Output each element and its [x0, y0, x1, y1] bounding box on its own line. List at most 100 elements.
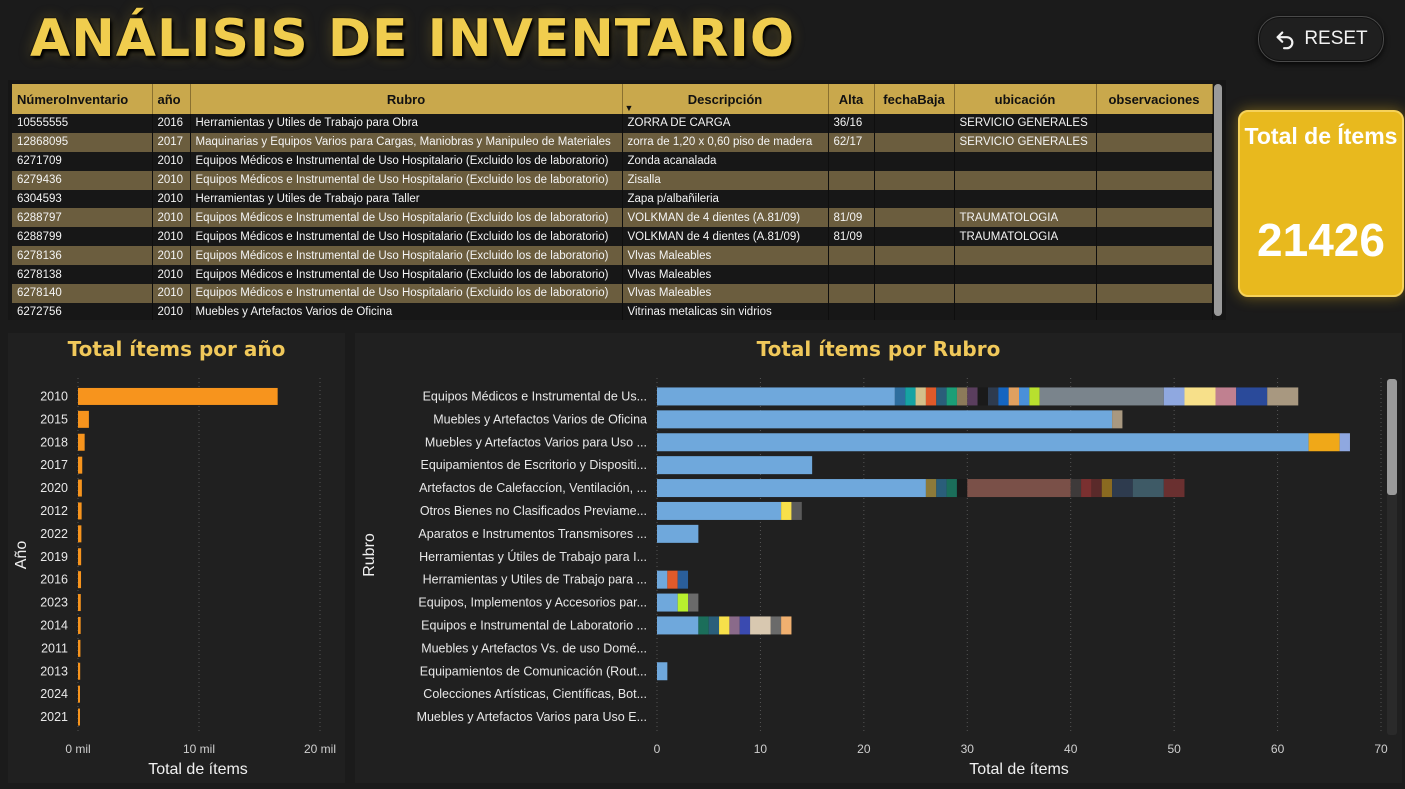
chart-scrollbar-thumb[interactable]	[1387, 379, 1397, 495]
table-cell: 62/17	[828, 132, 875, 152]
table-row[interactable]: 6288797 2010 Equipos Médicos e Instrumenta…	[12, 208, 1213, 228]
table-cell	[874, 170, 955, 190]
bar-segment	[719, 616, 730, 635]
bar-segment	[936, 387, 947, 406]
column-header[interactable]: Descripción ▼	[622, 84, 829, 114]
y-tick-label: Muebles y Artefactos Varios de Oficina	[433, 412, 647, 426]
y-tick-label: 2019	[40, 550, 68, 564]
bar-segment	[791, 501, 802, 520]
page-title: ANÁLISIS DE INVENTARIO	[30, 9, 796, 69]
table-row[interactable]: 6278138 2010 Equipos Médicos e Instrumenta…	[12, 265, 1213, 285]
table-cell	[828, 284, 875, 303]
table-cell	[1096, 132, 1213, 152]
undo-icon	[1276, 31, 1294, 50]
y-tick-label: 2024	[40, 687, 68, 701]
y-tick-label: 2018	[40, 435, 68, 449]
table-cell: 2017	[152, 132, 191, 152]
bar-segment	[915, 387, 926, 406]
column-header[interactable]: Rubro	[190, 84, 623, 114]
bar	[78, 433, 85, 451]
year-bar-chart: 0 mil 10 mil 20 mil 2010 2015 2018 2017 2020 201…	[13, 378, 336, 778]
bar	[78, 502, 82, 520]
bar-segment	[1112, 410, 1123, 429]
bar	[78, 456, 83, 474]
table-cell: 2016	[152, 114, 191, 133]
table-cell: VOLKMAN de 4 dientes (A.81/09)	[622, 227, 829, 247]
x-tick-label: 60	[1271, 742, 1285, 756]
table-cell: 6272756	[12, 302, 153, 320]
table-cell: Vitrinas metalicas sin vidrios	[622, 302, 829, 320]
bar	[78, 525, 82, 543]
bar-segment	[657, 501, 782, 520]
sort-desc-icon[interactable]: ▼	[625, 103, 634, 113]
table-cell: Herramientas y Utiles de Trabajo para Ob…	[190, 114, 623, 133]
table-row[interactable]: 6279436 2010 Equipos Médicos e Instrumenta…	[12, 170, 1213, 190]
table-cell: Equipos Médicos e Instrumental de Uso Ho…	[190, 151, 623, 171]
table-cell	[1096, 151, 1213, 171]
column-header[interactable]: Alta	[828, 84, 875, 114]
year-chart-panel: Total ítems por año 0 mil 10 mil 20 mil 201…	[8, 333, 345, 783]
bar-segment	[956, 479, 968, 498]
table-row[interactable]: 10555555 2016 Herramientas y Utiles de Tra…	[12, 114, 1213, 133]
table-cell	[828, 151, 875, 171]
table-cell	[1096, 265, 1213, 285]
table-cell: 6278138	[12, 265, 153, 285]
y-tick-label: Equipamientos de Comunicación (Rout...	[420, 664, 647, 678]
table-row[interactable]: 6278140 2010 Equipos Médicos e Instrumenta…	[12, 284, 1213, 303]
table-cell: SERVICIO GENERALES	[954, 132, 1097, 152]
bar-segment	[781, 501, 792, 520]
table-row[interactable]: 6278136 2010 Equipos Médicos e Instrumenta…	[12, 246, 1213, 266]
column-header[interactable]: observaciones	[1096, 84, 1213, 114]
table-cell: 6278140	[12, 284, 153, 303]
table-row[interactable]: 12868095 2017 Maquinarias y Equipos Varios…	[12, 132, 1213, 152]
reset-button[interactable]: RESET	[1258, 16, 1384, 62]
table-cell: 12868095	[12, 132, 153, 152]
table-row[interactable]: 6271709 2010 Equipos Médicos e Instrumenta…	[12, 151, 1213, 171]
x-tick-label: 10 mil	[183, 742, 215, 756]
table-cell	[828, 246, 875, 266]
bar-segment	[987, 387, 999, 406]
column-header[interactable]: año	[152, 84, 191, 114]
table-cell	[1096, 114, 1213, 133]
bar-segment	[739, 616, 751, 635]
bar	[78, 685, 80, 703]
x-tick-label: 20 mil	[304, 742, 336, 756]
table-cell	[1096, 302, 1213, 320]
table-cell: Vlvas Maleables	[622, 284, 829, 303]
bar	[78, 594, 81, 612]
table-cell: Equipos Médicos e Instrumental de Uso Ho…	[190, 265, 623, 285]
bar-segment	[1039, 387, 1164, 406]
bar-segment	[657, 410, 1113, 429]
bar-segment	[1267, 387, 1299, 406]
x-tick-label: 10	[754, 742, 768, 756]
y-tick-label: 2021	[40, 710, 68, 724]
column-header[interactable]: ubicación	[954, 84, 1097, 114]
y-axis-title: Rubro	[361, 533, 378, 577]
table-cell	[828, 302, 875, 320]
table-cell	[1096, 189, 1213, 209]
table-row[interactable]: 6304593 2010 Herramientas y Utiles de Trab…	[12, 189, 1213, 209]
table-cell: 2010	[152, 189, 191, 209]
x-tick-label: 20	[857, 742, 871, 756]
table-scrollbar[interactable]	[1214, 84, 1222, 316]
y-axis-title: Año	[13, 541, 30, 570]
bar-segment	[936, 479, 947, 498]
x-tick-label: 50	[1167, 742, 1181, 756]
y-tick-label: 2017	[40, 458, 68, 472]
bar-segment	[977, 387, 988, 406]
table-cell	[1096, 284, 1213, 303]
column-header[interactable]: fechaBaja	[874, 84, 955, 114]
table-row[interactable]: 6272756 2010 Muebles y Artefactos Varios d…	[12, 302, 1213, 320]
table-cell: Herramientas y Utiles de Trabajo para Ta…	[190, 189, 623, 209]
bar	[78, 639, 81, 657]
table-row[interactable]: 6288799 2010 Equipos Médicos e Instrumenta…	[12, 227, 1213, 247]
table-cell: SERVICIO GENERALES	[954, 114, 1097, 133]
table-cell: 81/09	[828, 227, 875, 247]
table-cell	[874, 189, 955, 209]
column-header[interactable]: NúmeroInventario	[12, 84, 153, 114]
y-tick-label: Equipos Médicos e Instrumental de Us...	[423, 389, 647, 403]
bar-segment	[657, 524, 699, 543]
bar-segment	[956, 387, 968, 406]
table-cell: 2010	[152, 246, 191, 266]
table-cell: 2010	[152, 208, 191, 228]
